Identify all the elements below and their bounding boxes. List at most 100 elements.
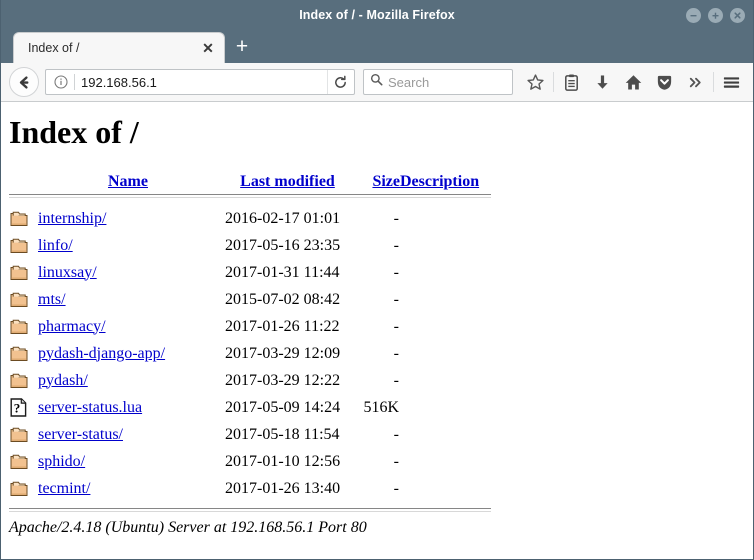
row-icon-cell [9, 340, 37, 367]
row-description [400, 205, 491, 232]
site-info-icon[interactable] [52, 73, 70, 91]
row-name-cell: pharmacy/ [37, 313, 219, 340]
search-bar[interactable]: Search [363, 69, 513, 95]
window-controls [686, 0, 745, 30]
file-link[interactable]: mts/ [38, 291, 66, 308]
close-icon [734, 11, 741, 19]
downloads-button[interactable] [587, 67, 618, 97]
file-link[interactable]: pydash-django-app/ [38, 345, 165, 362]
folder-icon [10, 319, 28, 334]
file-link[interactable]: sphido/ [38, 453, 85, 470]
minimize-button[interactable] [686, 7, 701, 23]
tab-close-icon[interactable]: ✕ [200, 40, 216, 56]
row-name-cell: server-status.lua [37, 394, 219, 421]
row-icon-cell [9, 313, 37, 340]
file-link[interactable]: pharmacy/ [38, 318, 106, 335]
table-row: linuxsay/2017-01-31 11:44 - [9, 259, 491, 286]
file-link[interactable]: server-status/ [38, 426, 123, 443]
folder-icon [10, 292, 28, 307]
library-button[interactable] [556, 67, 587, 97]
sort-by-name-link[interactable]: Name [108, 173, 148, 190]
row-last-modified: 2017-01-26 11:22 [225, 317, 340, 335]
row-name-cell: sphido/ [37, 448, 219, 475]
pocket-icon [657, 75, 672, 90]
header-name: Name [37, 173, 219, 193]
row-name-cell: pydash-django-app/ [37, 340, 219, 367]
folder-icon [10, 427, 28, 442]
table-row: linfo/2017-05-16 23:35 - [9, 232, 491, 259]
row-size: - [393, 290, 399, 308]
folder-icon [10, 211, 28, 226]
reload-button[interactable] [327, 70, 352, 94]
url-bar[interactable]: 192.168.56.1 [45, 69, 355, 95]
sort-by-description-link[interactable]: Description [400, 173, 479, 190]
folder-icon [10, 265, 28, 280]
row-icon-cell [9, 448, 37, 475]
row-icon-cell [9, 205, 37, 232]
row-icon-cell [9, 286, 37, 313]
file-link[interactable]: linuxsay/ [38, 264, 97, 281]
table-row: pharmacy/2017-01-26 11:22 - [9, 313, 491, 340]
back-arrow-icon [19, 75, 28, 89]
row-description [400, 259, 491, 286]
row-last-modified: 2017-03-29 12:09 [225, 344, 341, 362]
new-tab-button[interactable]: + [225, 32, 259, 63]
file-link[interactable]: linfo/ [38, 237, 73, 254]
bookmark-star-button[interactable] [520, 67, 551, 97]
tab-label: Index of / [28, 41, 80, 55]
header-last-modified: Last modified [219, 173, 356, 193]
url-text[interactable]: 192.168.56.1 [81, 75, 327, 90]
library-icon [565, 74, 578, 91]
file-link[interactable]: internship/ [38, 210, 106, 227]
row-size: - [393, 236, 399, 254]
folder-icon [10, 346, 28, 361]
directory-listing-table: Name Last modified Size Description inte… [9, 173, 491, 502]
file-link[interactable]: server-status.lua [38, 399, 142, 416]
close-button[interactable] [730, 7, 745, 23]
menu-button[interactable] [716, 67, 747, 97]
sort-by-date-link[interactable]: Last modified [240, 173, 335, 190]
titlebar: Index of / - Mozilla Firefox [1, 0, 753, 30]
row-last-modified: 2017-05-18 11:54 [225, 425, 340, 443]
row-name-cell: linfo/ [37, 232, 219, 259]
svg-text:?: ? [14, 401, 21, 416]
row-size: - [393, 209, 399, 227]
table-row: server-status/2017-05-18 11:54 - [9, 421, 491, 448]
row-last-modified: 2017-01-10 12:56 [225, 452, 341, 470]
row-last-modified: 2017-05-09 14:24 [225, 398, 341, 416]
overflow-button[interactable] [680, 67, 711, 97]
row-description [400, 367, 491, 394]
row-size: - [393, 425, 399, 443]
row-description [400, 394, 491, 421]
row-size: - [393, 344, 399, 362]
table-row: internship/2016-02-17 01:01 - [9, 205, 491, 232]
row-size: 516K [363, 398, 399, 416]
file-link[interactable]: pydash/ [38, 372, 88, 389]
header-divider-cell [9, 193, 491, 205]
folder-icon [10, 373, 28, 388]
navigation-toolbar: 192.168.56.1 Search [1, 63, 753, 102]
row-description [400, 448, 491, 475]
file-link[interactable]: tecmint/ [38, 480, 90, 497]
tab-index-of[interactable]: Index of / ✕ [13, 32, 225, 63]
tab-strip: Index of / ✕ + [1, 30, 753, 63]
maximize-button[interactable] [708, 7, 723, 23]
sort-by-size-link[interactable]: Size [372, 173, 400, 190]
search-input[interactable]: Search [388, 75, 429, 90]
table-row: pydash/2017-03-29 12:22 - [9, 367, 491, 394]
pocket-button[interactable] [649, 67, 680, 97]
home-button[interactable] [618, 67, 649, 97]
header-description: Description [400, 173, 491, 193]
row-last-modified: 2017-01-31 11:44 [225, 263, 340, 281]
browser-window: Index of / - Mozilla Firefox Index of / … [0, 0, 754, 560]
row-size: - [393, 479, 399, 497]
maximize-icon [712, 12, 719, 19]
row-icon-cell: ? [9, 394, 37, 421]
row-last-modified: 2017-01-26 13:40 [225, 479, 341, 497]
url-separator [74, 74, 75, 90]
row-description [400, 286, 491, 313]
back-button[interactable] [9, 67, 39, 97]
footer-divider [9, 508, 491, 512]
search-icon [370, 73, 383, 91]
header-size: Size [356, 173, 400, 193]
